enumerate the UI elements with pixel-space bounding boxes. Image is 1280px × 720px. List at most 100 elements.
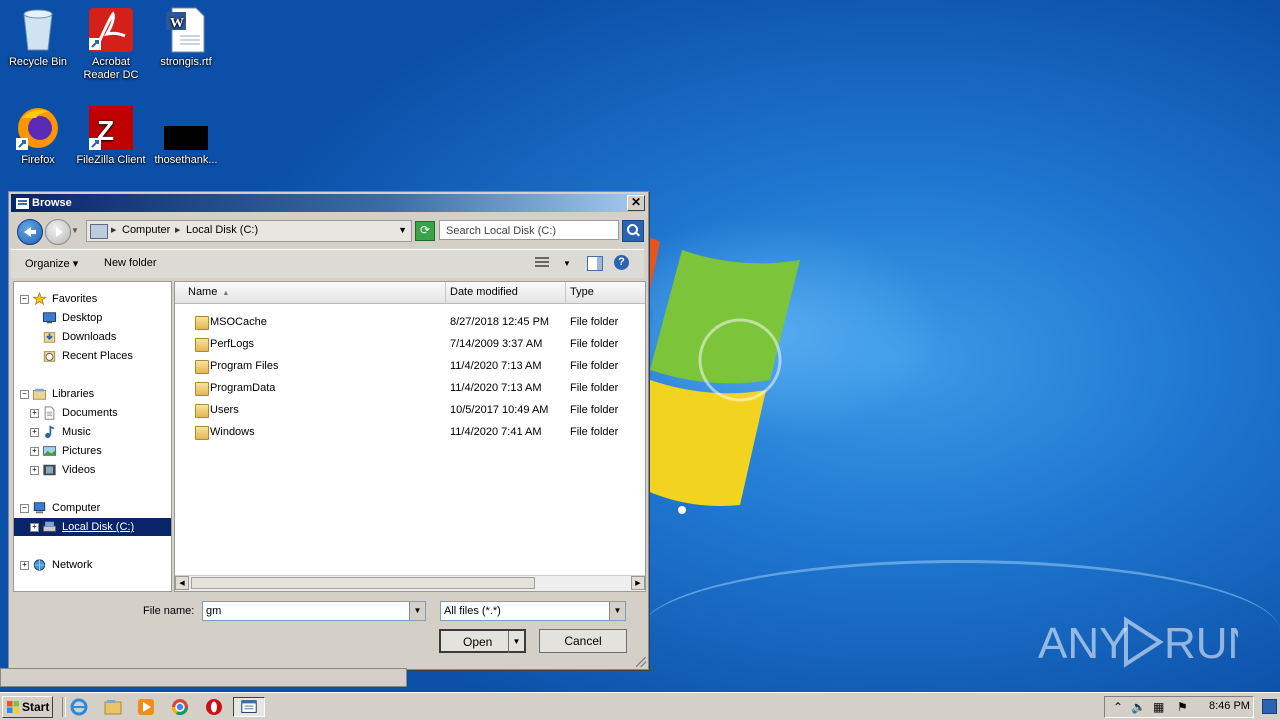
browse-dialog-taskbar-button[interactable] (233, 697, 265, 717)
list-item[interactable]: MSOCache 8/27/2018 12:45 PM File folder (175, 311, 645, 333)
search-input[interactable]: Search Local Disk (C:) (439, 220, 619, 240)
breadcrumb-computer[interactable]: Computer (122, 224, 170, 236)
scrollbar-thumb[interactable] (191, 577, 535, 589)
view-dropdown-icon[interactable]: ▼ (563, 259, 571, 268)
list-item[interactable]: Program Files 11/4/2020 7:13 AM File fol… (175, 355, 645, 377)
open-split-dropdown-icon[interactable]: ▼ (508, 631, 524, 653)
filezilla-icon: Z (87, 104, 135, 152)
search-icon[interactable] (622, 220, 644, 242)
scroll-left-icon[interactable]: ◀ (175, 576, 189, 590)
open-button[interactable]: Open ▼ (439, 629, 526, 653)
file-list: Name ▲ Date modified Type MSOCache 8/27/2… (174, 281, 646, 592)
opera-icon[interactable] (204, 697, 226, 717)
address-dropdown-icon[interactable]: ▼ (398, 225, 407, 235)
column-header-type[interactable]: Type (566, 282, 645, 303)
svg-text:ANY: ANY (1038, 619, 1128, 668)
list-item[interactable]: ProgramData 11/4/2020 7:13 AM File folde… (175, 377, 645, 399)
chrome-icon[interactable] (170, 697, 192, 717)
desktop-icon-filezilla[interactable]: Z FileZilla Client (73, 104, 149, 167)
expand-icon[interactable]: + (30, 447, 39, 456)
desktop-icon-strongis-rtf[interactable]: W strongis.rtf (148, 6, 224, 69)
command-toolbar: Organize ▾ New folder ▼ ? (11, 249, 644, 278)
forward-button[interactable] (45, 219, 71, 245)
breadcrumb-separator-icon[interactable]: ▶ (175, 226, 180, 234)
sort-ascending-icon: ▲ (222, 290, 230, 297)
tree-item-libraries[interactable]: − Libraries (14, 385, 171, 403)
recent-pages-dropdown-icon[interactable]: ▼ (71, 226, 79, 235)
explorer-icon[interactable] (103, 697, 125, 717)
column-header-date[interactable]: Date modified (446, 282, 566, 303)
tree-item-network[interactable]: + Network (14, 556, 171, 574)
tree-item-local-disk[interactable]: + Local Disk (C:) (14, 518, 171, 536)
list-item[interactable]: Users 10/5/2017 10:49 AM File folder (175, 399, 645, 421)
file-name-input[interactable]: gm ▼ (202, 601, 426, 621)
desktop-icon-acrobat[interactable]: Acrobat Reader DC (73, 6, 149, 82)
network-icon (33, 559, 46, 571)
tree-item-downloads[interactable]: Downloads (14, 328, 171, 346)
breadcrumb-local-disk[interactable]: Local Disk (C:) (186, 224, 258, 236)
close-button[interactable]: ✕ (627, 195, 645, 211)
tree-item-videos[interactable]: + Videos (14, 461, 171, 479)
refresh-button[interactable]: ⟳ (415, 221, 435, 241)
folder-icon (195, 404, 209, 418)
tree-item-label: Desktop (62, 312, 103, 324)
navigation-bar: ▼ ▶ Computer ▶ Local Disk (C:) ▼ ⟳ Searc… (11, 215, 644, 245)
show-hidden-icons-icon[interactable]: ⌃ (1113, 700, 1123, 714)
scroll-right-icon[interactable]: ▶ (631, 576, 645, 590)
chevron-down-icon[interactable]: ▼ (609, 602, 625, 620)
dialog-titlebar[interactable]: Browse ✕ (11, 194, 645, 212)
computer-icon (33, 502, 46, 514)
view-list-icon[interactable] (535, 257, 549, 269)
expand-icon[interactable]: + (30, 428, 39, 437)
resize-grip-icon[interactable] (636, 657, 646, 667)
address-bar[interactable]: ▶ Computer ▶ Local Disk (C:) ▼ (86, 220, 412, 242)
media-player-icon[interactable] (136, 697, 158, 717)
desktop-icon-firefox[interactable]: Firefox (0, 104, 76, 167)
organize-menu[interactable]: Organize ▾ (25, 257, 78, 270)
tree-item-label: Computer (52, 502, 101, 514)
chevron-down-icon[interactable]: ▼ (409, 602, 425, 620)
taskbar-clock[interactable]: 8:46 PM (1209, 700, 1250, 712)
svg-text:W: W (170, 16, 184, 31)
drive-icon (42, 521, 57, 532)
back-button[interactable] (17, 219, 43, 245)
breadcrumb-separator-icon[interactable]: ▶ (111, 226, 116, 234)
folder-icon (195, 382, 209, 396)
tree-item-desktop[interactable]: Desktop (14, 309, 171, 327)
expand-icon[interactable]: + (30, 409, 39, 418)
tree-item-favorites[interactable]: − Favorites (14, 290, 171, 308)
expand-icon[interactable]: + (30, 466, 39, 475)
show-desktop-icon[interactable] (1262, 699, 1277, 714)
start-button[interactable]: Start (2, 696, 53, 718)
volume-icon[interactable]: 🔈 (1131, 700, 1146, 714)
tree-item-label: Network (52, 559, 93, 571)
expand-icon[interactable]: + (30, 523, 39, 532)
tree-item-label: Favorites (52, 293, 98, 305)
file-name-label: File name: (143, 605, 195, 617)
collapse-icon[interactable]: − (20, 504, 29, 513)
collapse-icon[interactable]: − (20, 390, 29, 399)
cancel-button[interactable]: Cancel (539, 629, 627, 653)
list-item[interactable]: PerfLogs 7/14/2009 3:37 AM File folder (175, 333, 645, 355)
documents-icon (44, 406, 55, 420)
tree-item-music[interactable]: + Music (14, 423, 171, 441)
help-icon[interactable]: ? (614, 255, 629, 270)
column-header-name[interactable]: Name ▲ (175, 282, 446, 303)
acrobat-icon (87, 6, 135, 54)
tree-item-documents[interactable]: + Documents (14, 404, 171, 422)
tree-item-recent-places[interactable]: Recent Places (14, 347, 171, 365)
horizontal-scrollbar[interactable]: ◀ ▶ (175, 575, 645, 591)
collapse-icon[interactable]: − (20, 295, 29, 304)
network-status-icon[interactable]: ▦ (1153, 700, 1164, 714)
internet-explorer-icon[interactable] (69, 697, 91, 717)
tree-item-pictures[interactable]: + Pictures (14, 442, 171, 460)
expand-icon[interactable]: + (20, 561, 29, 570)
desktop-icon-thosethank[interactable]: thosethank... (148, 104, 224, 167)
list-item[interactable]: Windows 11/4/2020 7:41 AM File folder (175, 421, 645, 443)
file-type-select[interactable]: All files (*.*) ▼ (440, 601, 626, 621)
tree-item-computer[interactable]: − Computer (14, 499, 171, 517)
action-center-flag-icon[interactable]: ⚑ (1177, 700, 1188, 714)
preview-pane-icon[interactable] (587, 256, 603, 271)
desktop-icon-recycle-bin[interactable]: Recycle Bin (0, 6, 76, 69)
new-folder-button[interactable]: New folder (104, 257, 157, 269)
